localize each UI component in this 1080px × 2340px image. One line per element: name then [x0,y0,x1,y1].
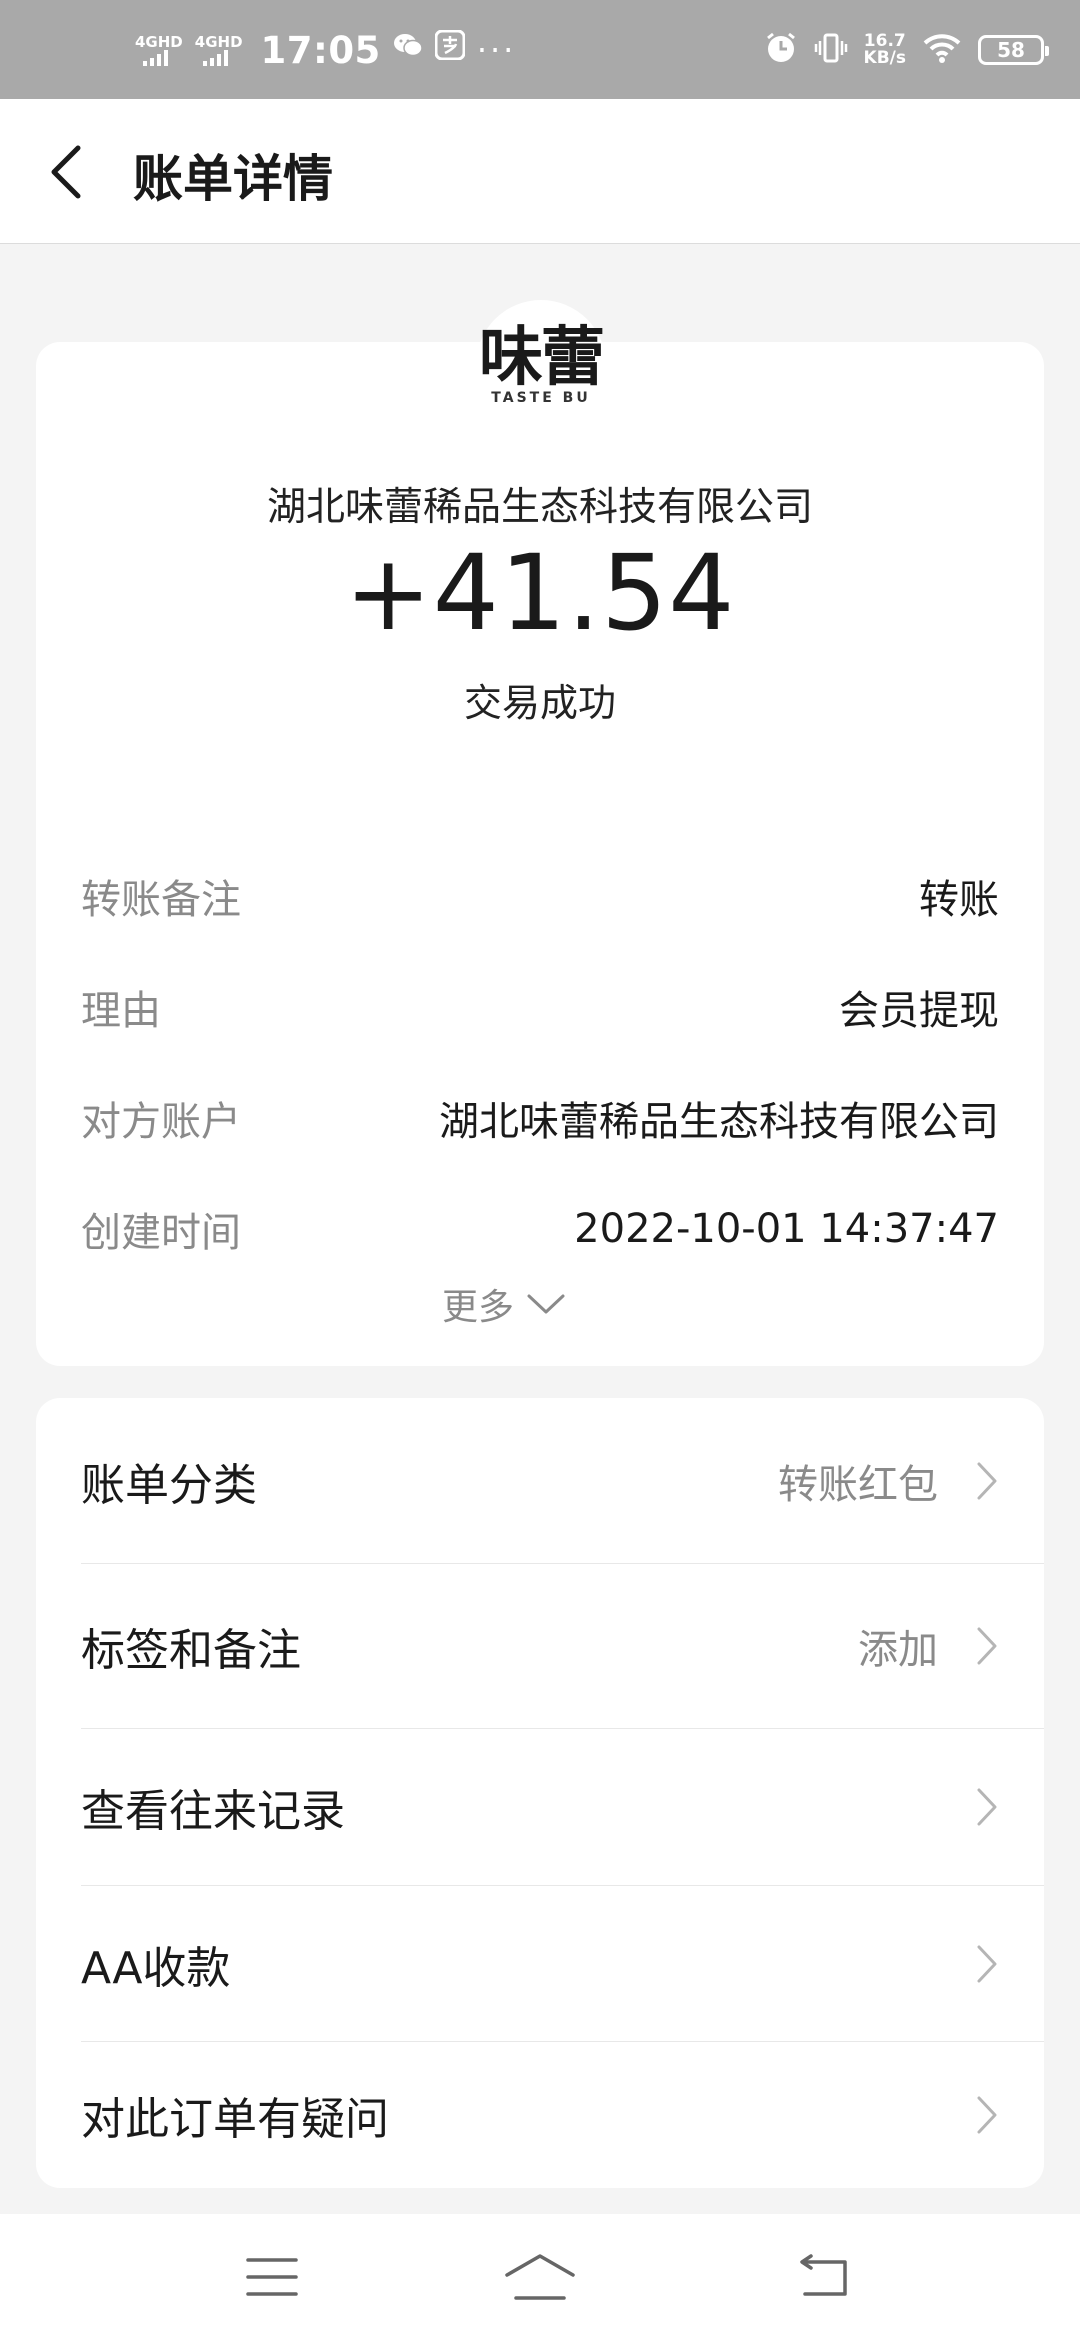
signal-1-icon: 4GHD [135,34,183,66]
detail-label: 对方账户 [81,1099,241,1145]
detail-value: 2022-10-01 14:37:47 [574,1206,999,1252]
signal-1-label: 4GHD [135,33,183,51]
chevron-right-icon [974,2093,1000,2137]
merchant-logo-text: 味蕾 [479,321,605,395]
merchant-logo: 味蕾 TASTE BU [476,300,606,430]
transaction-amount: +41.54 [344,532,736,654]
detail-row-counterparty: 对方账户 湖北味蕾稀品生态科技有限公司 [81,1088,999,1148]
chevron-right-icon [974,1785,1000,1829]
signal-2-icon: 4GHD [195,34,243,66]
clock-time: 17:05 [260,28,381,72]
page-title: 账单详情 [133,150,333,208]
system-navigation-bar [0,2214,1080,2340]
detail-row-reason: 理由 会员提现 [81,977,999,1037]
return-icon [800,2254,847,2296]
alipay-icon [434,29,466,71]
chevron-right-icon [974,1942,1000,1986]
chevron-right-icon [974,1459,1000,1503]
detail-value: 湖北味蕾稀品生态科技有限公司 [439,1099,999,1145]
more-label: 更多 [441,1287,514,1328]
signal-2-label: 4GHD [194,33,243,51]
menu-item-label: AA收款 [81,1942,231,1994]
menu-item-label: 对此订单有疑问 [81,2094,389,2145]
menu-item-transaction-history[interactable]: 查看往来记录 [36,1729,1044,1885]
home-icon [505,2254,575,2300]
vibrate-icon [814,31,848,69]
menu-button[interactable] [227,2242,317,2312]
transaction-summary-card: 味蕾 TASTE BU 湖北味蕾稀品生态科技有限公司 +41.54 交易成功 转… [36,300,1044,1366]
back-nav-button[interactable] [778,2242,868,2312]
network-speed: 16.7 KB/s [864,33,906,67]
battery-icon: 58 [978,35,1049,65]
menu-item-label: 账单分类 [81,1459,257,1511]
transaction-status: 交易成功 [463,681,616,725]
network-speed-unit: KB/s [863,48,906,68]
chevron-down-icon [527,1294,565,1314]
payee-name: 湖北味蕾稀品生态科技有限公司 [266,485,813,530]
detail-label: 理由 [81,988,161,1034]
wifi-icon [922,32,962,68]
home-button[interactable] [495,2242,585,2312]
menu-item-order-question[interactable]: 对此订单有疑问 [36,2042,1044,2188]
back-button[interactable] [36,137,96,207]
bill-detail-screen: 4GHD 4GHD 17:05 ··· 16.7 KB/s 58 账单详情 味蕾… [0,0,1080,2340]
menu-item-value: 转账红包 [778,1461,938,1508]
menu-item-label: 查看往来记录 [81,1786,345,1837]
detail-label: 创建时间 [81,1210,241,1256]
detail-row-transfer-note: 转账备注 转账 [81,866,999,926]
menu-item-label: 标签和备注 [81,1625,301,1676]
status-bar: 4GHD 4GHD 17:05 ··· 16.7 KB/s 58 [0,0,1080,99]
chevron-left-icon [51,145,81,199]
wechat-icon [393,30,423,70]
menu-item-aa-collection[interactable]: AA收款 [36,1886,1044,2041]
chevron-right-icon [974,1624,1000,1668]
detail-label: 转账备注 [81,877,241,923]
more-button[interactable]: 更多 [0,1278,1008,1330]
bill-actions-card: 账单分类 转账红包 标签和备注 添加 查看往来记录 AA收款 对此订单有疑问 [36,1398,1044,2188]
menu-item-value: 添加 [858,1627,938,1673]
app-header: 账单详情 [0,99,1080,244]
menu-icon [246,2258,298,2296]
detail-value: 会员提现 [839,988,999,1034]
menu-item-bill-category[interactable]: 账单分类 转账红包 [36,1398,1044,1563]
alarm-icon [764,31,798,69]
merchant-logo-subtext: TASTE BU [491,390,591,406]
menu-item-tags-notes[interactable]: 标签和备注 添加 [36,1564,1044,1728]
more-notifications-icon: ··· [476,31,517,69]
detail-row-created-time: 创建时间 2022-10-01 14:37:47 [81,1199,999,1259]
battery-level: 58 [997,38,1025,62]
detail-value: 转账 [919,877,999,923]
